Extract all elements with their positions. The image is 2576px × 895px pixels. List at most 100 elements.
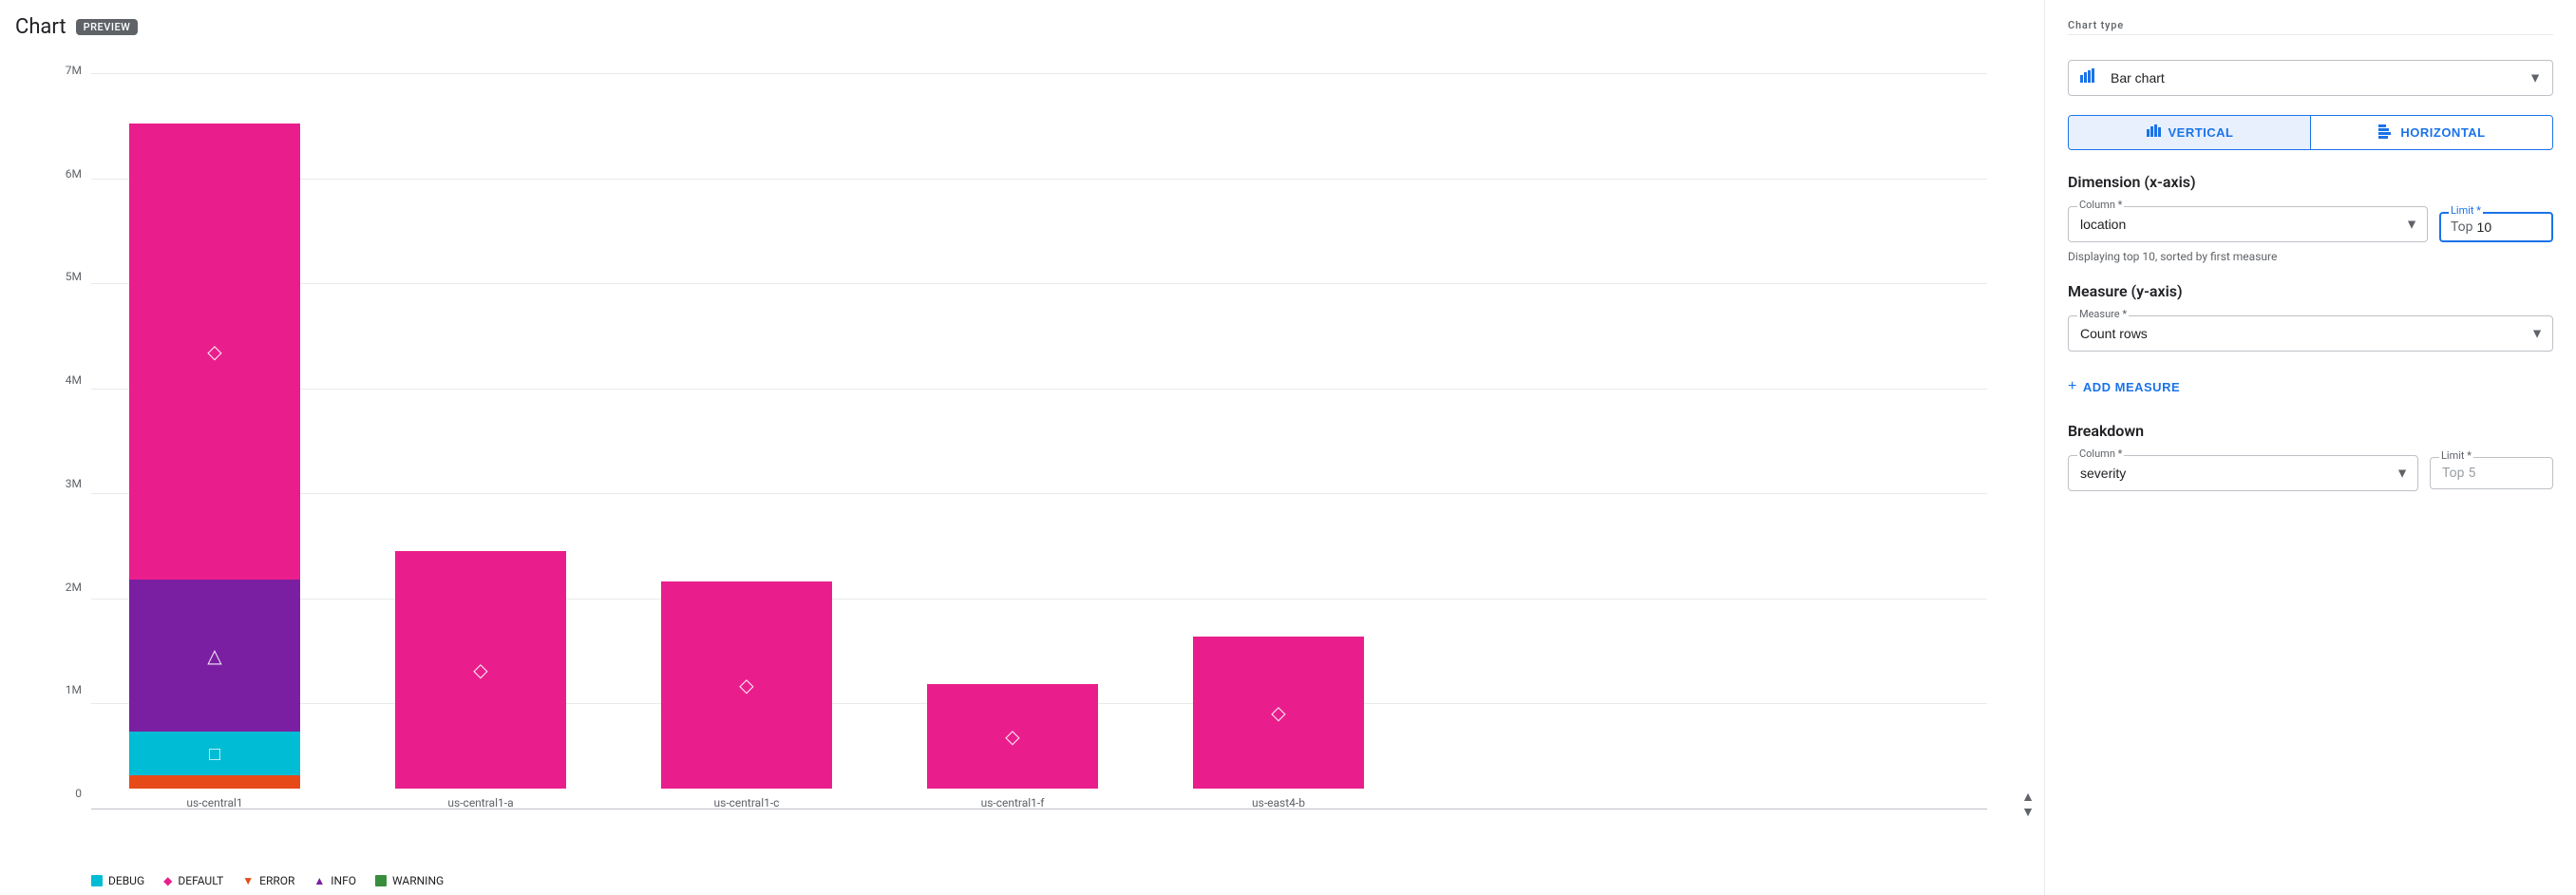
diamond-icon: ◇ [739,674,753,696]
x-label-us-central1-a: us-central1-a [447,796,513,809]
diamond-icon: ◇ [1271,701,1285,724]
y-label-4m: 4M [25,373,82,387]
breakdown-col-select-wrapper: severity location ▼ [2068,455,2418,491]
limit-label: Limit * [2449,204,2483,217]
diamond-icon: ◇ [473,658,487,681]
column-select[interactable]: location severity [2068,206,2428,242]
bars-container: □ △ ◇ us-central1 [91,73,1987,809]
column-label: Column * [2077,199,2124,211]
legend-item-default: ◆ DEFAULT [163,874,223,887]
y-label-3m: 3M [25,477,82,490]
chart-header: Chart PREVIEW [15,15,2044,39]
diamond-icon: ◇ [207,340,221,363]
bar-group-us-central1: □ △ ◇ us-central1 [110,124,319,809]
add-measure-label: ADD MEASURE [2083,380,2180,394]
vertical-button[interactable]: VERTICAL [2069,116,2310,149]
chevron-down-icon: ▼ [2529,70,2542,86]
diamond-icon: ◇ [1005,725,1019,748]
measure-label: Measure * [2077,308,2129,320]
x-label-us-central1-f: us-central1-f [981,796,1045,809]
breakdown-column-label: Column * [2077,448,2124,460]
bar-segment-default-c: ◇ [661,581,832,789]
legend-item-warning: WARNING [375,874,444,887]
y-label-5m: 5M [25,270,82,283]
dimension-form-row: Column * location severity ▼ Limit * Top [2068,206,2553,242]
bar-segment-info: △ [129,580,300,732]
orientation-buttons: VERTICAL HORIZONTAL [2068,115,2553,150]
breakdown-limit-value: 5 [2469,466,2476,481]
breakdown-limit-label: Limit * [2439,449,2473,462]
right-panel: Chart type Bar chart Line chart Pie char… [2044,0,2576,895]
bar-segment-default-east4: ◇ [1193,637,1364,789]
breakdown-column-select[interactable]: severity location [2068,455,2418,491]
y-label-7m: 7M [25,64,82,77]
chart-container: 0 1M 2M 3M 4M 5M 6M 7M [15,54,2044,895]
bar-segment-error [129,775,300,789]
breakdown-section: Breakdown Column * severity location ▼ L… [2068,422,2553,491]
bar-stack: ◇ [927,684,1098,789]
dimension-title: Dimension (x-axis) [2068,173,2553,191]
legend-icon-default: ◆ [163,874,172,887]
bar-segment-default-f: ◇ [927,684,1098,789]
breakdown-form-row: Column * severity location ▼ Limit * Top… [2068,455,2553,491]
bar-stack: □ △ ◇ [129,124,300,789]
dimension-section: Dimension (x-axis) Column * location sev… [2068,173,2553,263]
bar-segment-debug: □ [129,732,300,775]
x-label-us-east4-b: us-east4-b [1252,796,1305,809]
legend-label-warning: WARNING [392,874,444,887]
bar-segment-default: ◇ [129,124,300,580]
column-select-wrapper: location severity ▼ [2068,206,2428,242]
chart-type-label: Chart type [2068,19,2553,31]
scroll-down-icon[interactable]: ▼ [2021,806,2035,819]
horizontal-bar-icon [2377,124,2393,142]
breakdown-limit-prefix: Top [2442,466,2465,481]
legend-label-info: INFO [331,874,356,887]
legend-color-warning [375,875,387,886]
limit-field: Limit * Top [2439,212,2553,242]
measure-select[interactable]: Count rows Sum Average [2068,315,2553,352]
legend-item-debug: DEBUG [91,874,144,887]
measure-section: Measure (y-axis) Measure * Count rows Su… [2068,282,2553,399]
bar-stack: ◇ [661,581,832,789]
y-axis: 0 1M 2M 3M 4M 5M 6M 7M [25,54,82,809]
bar-segment-default-a: ◇ [395,551,566,789]
bar-group-us-east4-b: ◇ us-east4-b [1174,637,1383,809]
dimension-hint: Displaying top 10, sorted by first measu… [2068,250,2553,263]
horizontal-button[interactable]: HORIZONTAL [2311,116,2552,149]
x-label-us-central1-c: us-central1-c [714,796,780,809]
legend: DEBUG ◆ DEFAULT ▼ ERROR ▲ INFO WARNING [15,866,2044,895]
bar-group-us-central1-c: ◇ us-central1-c [642,581,851,809]
scroll-arrows[interactable]: ▲ ▼ [2021,790,2035,819]
chart-area: Chart PREVIEW 0 1M 2M 3M 4M 5M 6M 7M [0,0,2044,895]
add-measure-button[interactable]: + ADD MEASURE [2068,374,2180,399]
y-label-1m: 1M [25,683,82,696]
measure-select-wrapper: Count rows Sum Average ▼ [2068,315,2553,352]
vertical-bar-icon [2146,124,2161,142]
measure-title: Measure (y-axis) [2068,282,2553,300]
legend-item-error: ▼ ERROR [242,874,294,887]
legend-color-debug [91,875,103,886]
horizontal-label: HORIZONTAL [2400,125,2485,140]
chart-plot: 0 1M 2M 3M 4M 5M 6M 7M [15,54,2044,866]
vertical-label: VERTICAL [2169,125,2234,140]
limit-prefix: Top [2451,219,2473,235]
limit-number-input[interactable] [2477,219,2506,235]
breakdown-limit-field: Limit * Top 5 [2430,457,2553,489]
scroll-up-icon[interactable]: ▲ [2021,790,2035,804]
legend-label-error: ERROR [259,874,294,887]
legend-item-info: ▲ INFO [313,874,356,887]
breakdown-limit-container: Top 5 [2430,457,2553,489]
plus-icon: + [2068,378,2077,395]
y-label-2m: 2M [25,581,82,594]
legend-icon-info: ▲ [313,874,325,887]
measure-field: Measure * Count rows Sum Average ▼ [2068,315,2553,363]
breakdown-title: Breakdown [2068,422,2553,440]
bar-group-us-central1-f: ◇ us-central1-f [908,684,1117,809]
bar-group-us-central1-a: ◇ us-central1-a [376,551,585,809]
preview-badge: PREVIEW [76,19,139,35]
square-icon: □ [209,742,220,766]
chart-type-select-wrapper: Bar chart Line chart Pie chart ▼ [2068,60,2553,96]
chart-type-select[interactable]: Bar chart Line chart Pie chart [2068,60,2553,96]
chart-type-section: Chart type Bar chart Line chart Pie char… [2068,19,2553,96]
triangle-icon: △ [207,644,221,667]
